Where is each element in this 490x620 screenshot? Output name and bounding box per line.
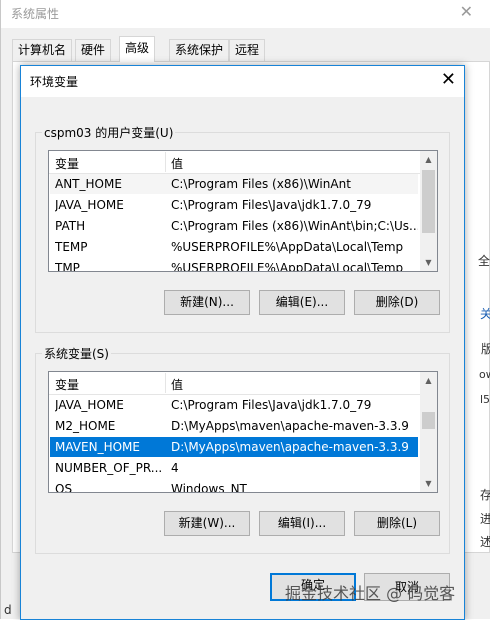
variable-name: JAVA_HOME: [55, 198, 124, 212]
edge-text-fragment: ow: [479, 368, 490, 381]
watermark: 掘金技术社区 @ 码觉客: [285, 584, 456, 603]
system-variables-label: 系统变量(S): [42, 345, 111, 362]
system-variables-group: 系统变量(S) 变量 值 JAVA_HOME C:\Program Files\…: [35, 345, 450, 554]
system-properties-titlebar: 系统属性 ✕: [1, 0, 490, 28]
chevron-up-icon[interactable]: ▲: [420, 151, 437, 168]
variable-name: PATH: [55, 219, 86, 233]
edge-text-fragment: d: [4, 603, 12, 617]
system-delete-button[interactable]: 删除(L): [354, 511, 440, 536]
tab-system-protection[interactable]: 系统保护: [169, 39, 230, 61]
user-delete-button[interactable]: 删除(D): [354, 290, 440, 315]
dialog-titlebar: 环境变量 ✕: [21, 66, 464, 97]
variable-name: TMP: [55, 261, 80, 272]
close-icon[interactable]: ✕: [460, 2, 473, 21]
list-item[interactable]: PATH C:\Program Files (x86)\WinAnt\bin;C…: [50, 216, 418, 236]
tab-remote[interactable]: 远程: [229, 39, 266, 61]
edge-text-fragment: 述: [480, 535, 490, 549]
variable-value: 4: [171, 461, 179, 475]
variable-value: C:\Program Files\Java\jdk1.7.0_79: [171, 198, 372, 212]
edge-text-fragment: 版: [481, 342, 490, 356]
column-header-variable[interactable]: 变量: [55, 376, 79, 393]
variable-name: NUMBER_OF_PR...: [55, 461, 163, 475]
list-item[interactable]: TMP %USERPROFILE%\AppData\Local\Temp: [50, 258, 418, 272]
user-variables-group: cspm03 的用户变量(U) 变量 值 ANT_HOME C:\Program…: [35, 124, 450, 333]
variable-value: C:\Program Files (x86)\WinAnt\bin;C:\Us.…: [171, 219, 418, 233]
system-variables-list[interactable]: 变量 值 JAVA_HOME C:\Program Files\Java\jdk…: [48, 371, 438, 493]
edge-text-fragment: 全: [478, 254, 490, 268]
list-item[interactable]: M2_HOME D:\MyApps\maven\apache-maven-3.3…: [50, 416, 418, 436]
variable-value: %USERPROFILE%\AppData\Local\Temp: [171, 261, 404, 272]
dialog-title: 环境变量: [30, 75, 79, 89]
list-item-selected[interactable]: MAVEN_HOME D:\MyApps\maven\apache-maven-…: [50, 437, 418, 457]
variable-name: TEMP: [55, 240, 88, 254]
list-item[interactable]: JAVA_HOME C:\Program Files\Java\jdk1.7.0…: [50, 195, 418, 215]
list-item[interactable]: OS Windows_NT: [50, 479, 418, 493]
system-properties-title: 系统属性: [11, 7, 60, 21]
close-icon[interactable]: ✕: [441, 69, 456, 91]
list-item[interactable]: TEMP %USERPROFILE%\AppData\Local\Temp: [50, 237, 418, 257]
list-item[interactable]: ANT_HOME C:\Program Files (x86)\WinAnt: [50, 174, 418, 194]
vertical-scrollbar[interactable]: ▲ ▼: [420, 151, 437, 271]
variable-value: D:\MyApps\maven\apache-maven-3.3.9: [171, 419, 409, 433]
tab-hardware[interactable]: 硬件: [75, 39, 112, 61]
variable-value: C:\Program Files\Java\jdk1.7.0_79: [171, 398, 372, 412]
column-separator[interactable]: [165, 152, 166, 172]
list-header: 变量 值: [49, 372, 437, 395]
column-header-value[interactable]: 值: [171, 155, 183, 172]
edge-text-fragment: l5: [480, 393, 490, 406]
list-item[interactable]: JAVA_HOME C:\Program Files\Java\jdk1.7.0…: [50, 395, 418, 415]
system-new-button[interactable]: 新建(W)...: [164, 511, 250, 536]
user-variables-list[interactable]: 变量 值 ANT_HOME C:\Program Files (x86)\Win…: [48, 150, 438, 272]
environment-variables-dialog: 环境变量 ✕ cspm03 的用户变量(U) 变量 值 ANT_HOME C:\…: [20, 65, 465, 620]
variable-name: MAVEN_HOME: [55, 440, 140, 454]
user-edit-button[interactable]: 编辑(E)...: [259, 290, 345, 315]
edge-text-fragment: 进: [480, 512, 490, 526]
variable-name: ANT_HOME: [55, 177, 122, 191]
variable-name: OS: [55, 482, 73, 493]
variable-name: M2_HOME: [55, 419, 116, 433]
edge-text-fragment: 存: [480, 488, 490, 502]
chevron-up-icon[interactable]: ▲: [420, 372, 437, 389]
chevron-down-icon[interactable]: ▼: [420, 475, 437, 492]
variable-value: Windows_NT: [171, 482, 247, 493]
list-header: 变量 值: [49, 151, 437, 174]
scrollbar-thumb[interactable]: [422, 412, 435, 429]
variable-value: D:\MyApps\maven\apache-maven-3.3.9: [171, 440, 409, 454]
variable-value: C:\Program Files (x86)\WinAnt: [171, 177, 351, 191]
column-header-variable[interactable]: 变量: [55, 155, 79, 172]
user-variables-label: cspm03 的用户变量(U): [42, 124, 176, 141]
variable-value: %USERPROFILE%\AppData\Local\Temp: [171, 240, 404, 254]
user-new-button[interactable]: 新建(N)...: [164, 290, 250, 315]
edge-text-fragment: 关: [480, 307, 490, 321]
tab-computer-name[interactable]: 计算机名: [12, 39, 73, 61]
vertical-scrollbar[interactable]: ▲ ▼: [420, 372, 437, 492]
tab-advanced[interactable]: 高级: [119, 36, 156, 62]
list-item[interactable]: NUMBER_OF_PR... 4: [50, 458, 418, 478]
scrollbar-thumb[interactable]: [422, 170, 435, 233]
chevron-down-icon[interactable]: ▼: [420, 254, 437, 271]
system-edit-button[interactable]: 编辑(I)...: [259, 511, 345, 536]
column-header-value[interactable]: 值: [171, 376, 183, 393]
column-separator[interactable]: [165, 373, 166, 393]
variable-name: JAVA_HOME: [55, 398, 124, 412]
